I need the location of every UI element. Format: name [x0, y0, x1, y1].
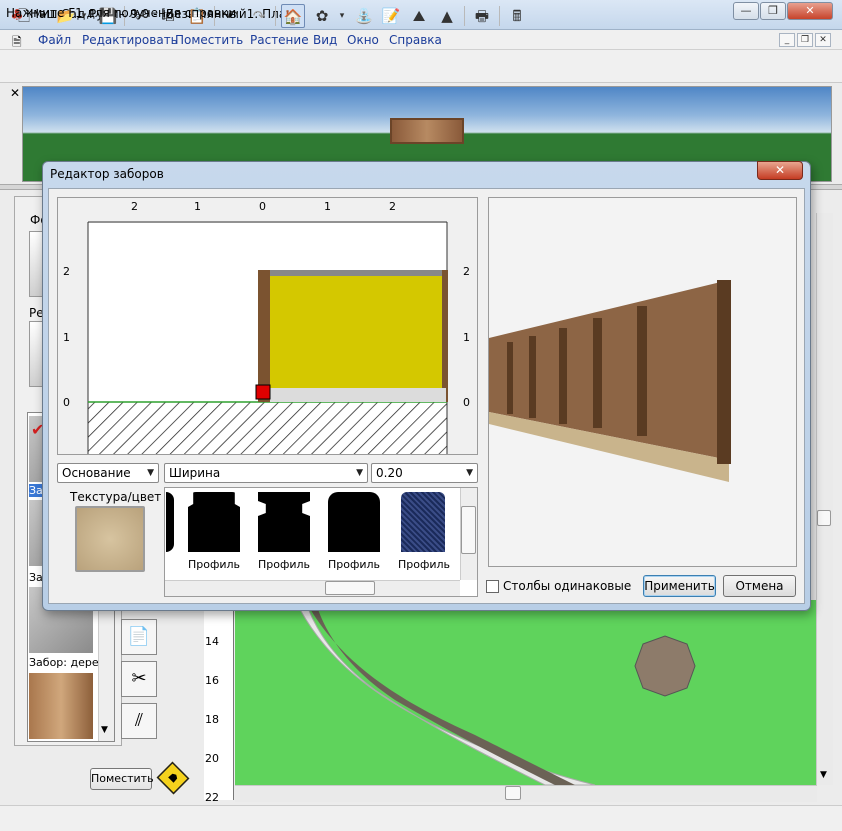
- ruler-label: 1: [463, 331, 470, 344]
- ruler-label: 1: [194, 200, 201, 213]
- notes-tab-icon[interactable]: 📄: [121, 619, 157, 655]
- print-icon[interactable]: 🖶: [470, 4, 494, 28]
- preview-tile[interactable]: [29, 231, 43, 297]
- garden-plan-drawing: [294, 600, 696, 785]
- profile-label: Профиль: [257, 558, 311, 571]
- scroll-thumb[interactable]: [461, 506, 476, 554]
- ruler-label: 1: [63, 331, 70, 344]
- profile-label: Профиль: [327, 558, 381, 571]
- cancel-button[interactable]: Отмена: [723, 575, 796, 597]
- ruler-label: 2: [389, 200, 396, 213]
- profile-shape[interactable]: [166, 492, 174, 552]
- status-bar: [0, 805, 842, 831]
- ruler-label: 2: [63, 265, 70, 278]
- dropdown-arrow-icon[interactable]: ▾: [336, 4, 348, 28]
- calculator-icon[interactable]: 🖩: [505, 4, 529, 28]
- close-button[interactable]: ✕: [787, 2, 833, 20]
- mdi-restore-button[interactable]: ❐: [797, 33, 813, 47]
- ruler-label: 20: [205, 752, 219, 765]
- profile-shape[interactable]: [328, 492, 380, 552]
- width-combo[interactable]: Ширина ▼: [164, 463, 368, 483]
- menu-edit[interactable]: Редактировать: [82, 33, 178, 47]
- tree-icon[interactable]: ▲: [435, 4, 459, 28]
- ruler-label: 0: [63, 396, 70, 409]
- profile-shape[interactable]: [258, 492, 310, 552]
- profile-h-scrollbar[interactable]: [165, 580, 460, 596]
- mdi-minimize-button[interactable]: _: [779, 33, 795, 47]
- equal-posts-checkbox[interactable]: [486, 580, 499, 593]
- fence-3d-preview[interactable]: [488, 197, 797, 567]
- scroll-thumb[interactable]: [325, 581, 375, 595]
- garden-plan[interactable]: [235, 600, 817, 785]
- minimize-button[interactable]: —: [733, 2, 759, 20]
- apply-button[interactable]: Применить: [643, 575, 716, 597]
- profile-shape[interactable]: [401, 492, 445, 552]
- profile-shape[interactable]: [188, 492, 240, 552]
- steps-tab-icon[interactable]: ⫽: [121, 703, 157, 739]
- menu-plant[interactable]: Растение: [250, 33, 309, 47]
- profile-label: Профиль: [397, 558, 451, 571]
- profile-label: Профиль: [187, 558, 241, 571]
- texture-swatch[interactable]: [75, 506, 145, 572]
- scroll-thumb[interactable]: [817, 510, 831, 526]
- ruler-label: 16: [205, 674, 219, 687]
- toolbar: [0, 50, 842, 83]
- ruler-label: 14: [205, 635, 219, 648]
- width-value-combo[interactable]: 0.20 ▼: [371, 463, 478, 483]
- menu-file[interactable]: Файл: [38, 33, 71, 47]
- base-combo-value: Основание: [62, 466, 131, 480]
- watering-icon[interactable]: ⛲: [352, 4, 376, 28]
- fence-3d-object[interactable]: [390, 118, 464, 144]
- close-panel-icon[interactable]: ✕: [10, 86, 20, 100]
- chevron-down-icon: ▼: [356, 468, 363, 478]
- mdi-close-button[interactable]: ✕: [815, 33, 831, 47]
- ruler-label: 2: [463, 265, 470, 278]
- menu-help[interactable]: Справка: [389, 33, 442, 47]
- dialog-title: Редактор заборов: [50, 167, 164, 181]
- preview-tile[interactable]: [29, 321, 43, 387]
- ruler-label: 1: [324, 200, 331, 213]
- width-value: 0.20: [376, 466, 403, 480]
- ruler-label: 0: [463, 396, 470, 409]
- catalog-item-label[interactable]: Забор: дерев: [29, 656, 105, 669]
- base-combo[interactable]: Основание ▼: [57, 463, 159, 483]
- width-combo-value: Ширина: [169, 466, 221, 480]
- flower-icon[interactable]: ✿: [310, 4, 334, 28]
- ruler-label: 0: [259, 200, 266, 213]
- redo-icon[interactable]: ↷: [247, 4, 271, 28]
- map-vertical-scrollbar[interactable]: [816, 213, 833, 785]
- chevron-down-icon: ▼: [147, 468, 154, 478]
- ruler-label: 18: [205, 713, 219, 726]
- tools-tab-icon[interactable]: ✂: [121, 661, 157, 697]
- scroll-down-icon[interactable]: ▼: [820, 770, 827, 780]
- maximize-button[interactable]: ❐: [760, 2, 786, 20]
- menu-window[interactable]: Окно: [347, 33, 379, 47]
- catalog-thumbnail[interactable]: [29, 673, 93, 739]
- ruler-label: 22: [205, 791, 219, 804]
- editor-canvas: [58, 198, 477, 454]
- status-text: Нажмите F1 для получения справки: [6, 6, 237, 20]
- toolbar-separator: [275, 6, 276, 26]
- map-horizontal-scrollbar[interactable]: [235, 785, 817, 802]
- notes-icon[interactable]: 📝: [379, 4, 403, 28]
- toolbar-separator: [464, 6, 465, 26]
- vertical-ruler: [204, 600, 234, 800]
- ruler-label: 2: [131, 200, 138, 213]
- equal-posts-label: Столбы одинаковые: [503, 579, 632, 593]
- dialog-close-button[interactable]: ✕: [757, 161, 803, 180]
- fence-profile-editor[interactable]: [57, 197, 478, 455]
- toolbar-separator: [499, 6, 500, 26]
- fence-3d-drawing: [489, 280, 731, 482]
- menu-place[interactable]: Поместить: [175, 33, 243, 47]
- fence-tool-icon[interactable]: 🏠: [281, 4, 305, 28]
- terrain-icon[interactable]: ⛰: [407, 4, 431, 28]
- texture-label: Текстура/цвет: [70, 490, 162, 504]
- chevron-down-icon: ▼: [466, 468, 473, 478]
- scroll-thumb[interactable]: [505, 786, 521, 800]
- scroll-down-icon[interactable]: ▼: [101, 725, 108, 735]
- place-button[interactable]: Поместить: [90, 768, 154, 790]
- menu-view[interactable]: Вид: [313, 33, 337, 47]
